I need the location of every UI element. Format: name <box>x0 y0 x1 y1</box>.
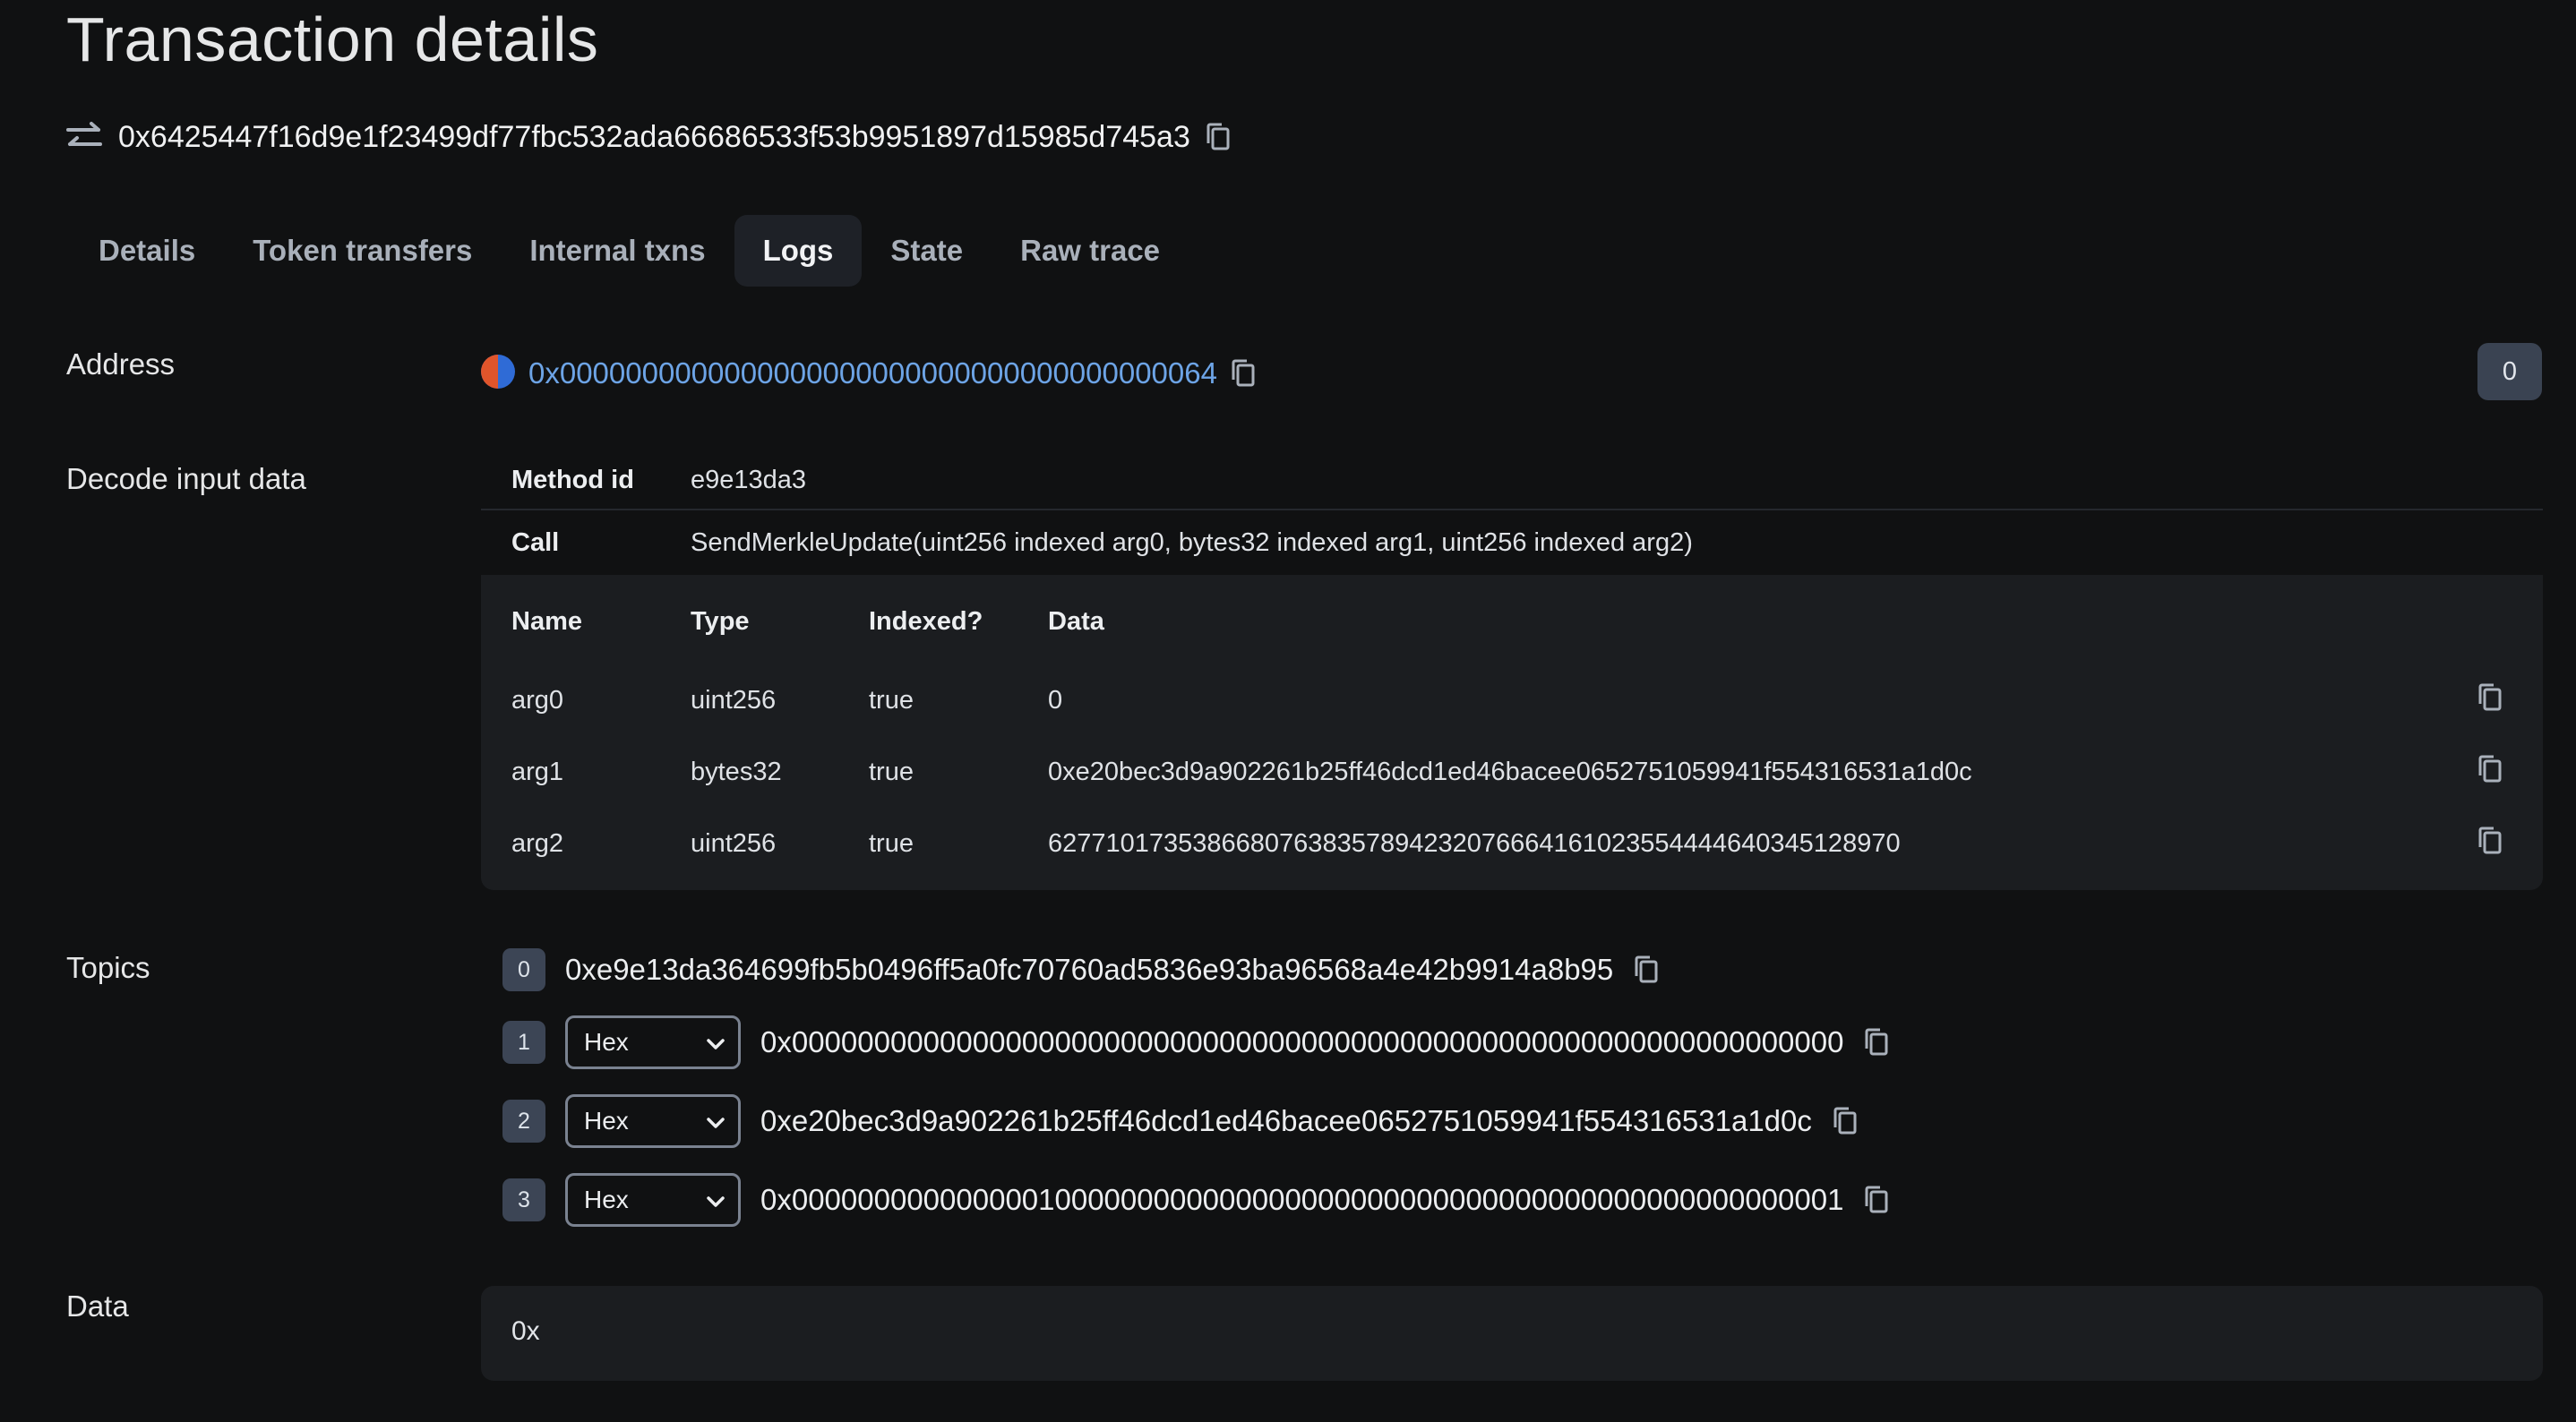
log-index-badge: 0 <box>2477 343 2542 400</box>
topic-format-select[interactable]: Hex <box>565 1173 741 1227</box>
tab-token-transfers[interactable]: Token transfers <box>224 215 501 287</box>
call-value: SendMerkleUpdate(uint256 indexed arg0, b… <box>691 527 1693 557</box>
arg-data: 6277101735386680763835789423207666416102… <box>1048 829 1901 858</box>
chevron-down-icon <box>706 1186 726 1214</box>
address-link[interactable]: 0x00000000000000000000000000000000000000… <box>528 356 1217 390</box>
topic-format-value: Hex <box>584 1107 629 1135</box>
data-label: Data <box>66 1289 129 1323</box>
data-value: 0x <box>511 1316 540 1346</box>
page-title: Transaction details <box>66 4 599 74</box>
topic-value: 0x00000000000000000000000000000000000000… <box>760 1025 1844 1058</box>
topic-format-select[interactable]: Hex <box>565 1015 741 1069</box>
address-row: 0x00000000000000000000000000000000000000… <box>480 351 1257 396</box>
args-header-indexed: Indexed? <box>869 607 983 636</box>
topic-index-badge: 0 <box>502 948 545 991</box>
topic-value: 0xe20bec3d9a902261b25ff46dcd1ed46bacee06… <box>760 1104 1812 1137</box>
arg-indexed: true <box>869 686 914 715</box>
topic-row: 2 Hex 0xe20bec3d9a902261b25ff46dcd1ed46b… <box>502 1094 1859 1148</box>
args-header-type: Type <box>691 607 750 636</box>
args-table: Name Type Indexed? Data arg0 uint256 tru… <box>481 575 2543 890</box>
copy-icon[interactable] <box>1230 358 1257 389</box>
topic-index-badge: 2 <box>502 1100 545 1143</box>
tab-logs[interactable]: Logs <box>734 215 863 287</box>
args-header-data: Data <box>1048 607 1104 636</box>
arg-type: bytes32 <box>691 758 782 786</box>
copy-icon[interactable] <box>1832 1106 1859 1136</box>
copy-icon[interactable] <box>1863 1185 1890 1215</box>
topic-format-select[interactable]: Hex <box>565 1094 741 1148</box>
arg-indexed: true <box>869 829 914 858</box>
tab-details[interactable]: Details <box>70 215 224 287</box>
tab-raw-trace[interactable]: Raw trace <box>992 215 1189 287</box>
tab-state[interactable]: State <box>862 215 992 287</box>
tx-hash: 0x6425447f16d9e1f23499df77fbc532ada66686… <box>118 119 1190 154</box>
tabs: Details Token transfers Internal txns Lo… <box>70 215 1189 287</box>
chevron-down-icon <box>706 1028 726 1057</box>
tab-internal-txns[interactable]: Internal txns <box>501 215 734 287</box>
chevron-down-icon <box>706 1107 726 1135</box>
topic-format-value: Hex <box>584 1028 629 1056</box>
decode-panel: Method id e9e13da3 Call SendMerkleUpdate… <box>481 450 2543 890</box>
copy-icon[interactable] <box>2477 826 2503 861</box>
arg-data: 0 <box>1048 686 1063 715</box>
arg-indexed: true <box>869 758 914 786</box>
address-avatar-icon <box>480 354 516 394</box>
method-id-label: Method id <box>511 465 634 494</box>
copy-icon[interactable] <box>1863 1027 1890 1058</box>
copy-icon[interactable] <box>2477 754 2503 789</box>
transfer-arrows-icon <box>64 121 104 153</box>
copy-icon[interactable] <box>2477 682 2503 717</box>
args-header-name: Name <box>511 607 582 636</box>
call-label: Call <box>511 527 560 557</box>
arg-name: arg0 <box>511 686 564 715</box>
copy-icon[interactable] <box>1205 122 1232 152</box>
arg-type: uint256 <box>691 686 777 715</box>
arg-name: arg1 <box>511 758 564 786</box>
topic-format-value: Hex <box>584 1186 629 1213</box>
copy-icon[interactable] <box>1633 955 1660 985</box>
topic-value: 0xe9e13da364699fb5b0496ff5a0fc70760ad583… <box>565 953 1614 986</box>
topic-row: 3 Hex 0x00000000000000010000000000000000… <box>502 1173 1890 1227</box>
decode-label: Decode input data <box>66 462 306 495</box>
topic-row: 1 Hex 0x00000000000000000000000000000000… <box>502 1015 1890 1069</box>
arg-data: 0xe20bec3d9a902261b25ff46dcd1ed46bacee06… <box>1048 758 1972 786</box>
address-label: Address <box>66 347 176 381</box>
arg-type: uint256 <box>691 829 777 858</box>
topics-label: Topics <box>66 951 150 984</box>
arg-name: arg2 <box>511 829 564 858</box>
tx-hash-row: 0x6425447f16d9e1f23499df77fbc532ada66686… <box>64 115 1232 159</box>
topic-value: 0x00000000000000010000000000000000000000… <box>760 1183 1844 1216</box>
data-panel: 0x <box>481 1286 2543 1381</box>
topic-row: 0 0xe9e13da364699fb5b0496ff5a0fc70760ad5… <box>502 943 1660 997</box>
method-id-value: e9e13da3 <box>691 465 807 494</box>
topic-index-badge: 1 <box>502 1021 545 1064</box>
topic-index-badge: 3 <box>502 1178 545 1221</box>
